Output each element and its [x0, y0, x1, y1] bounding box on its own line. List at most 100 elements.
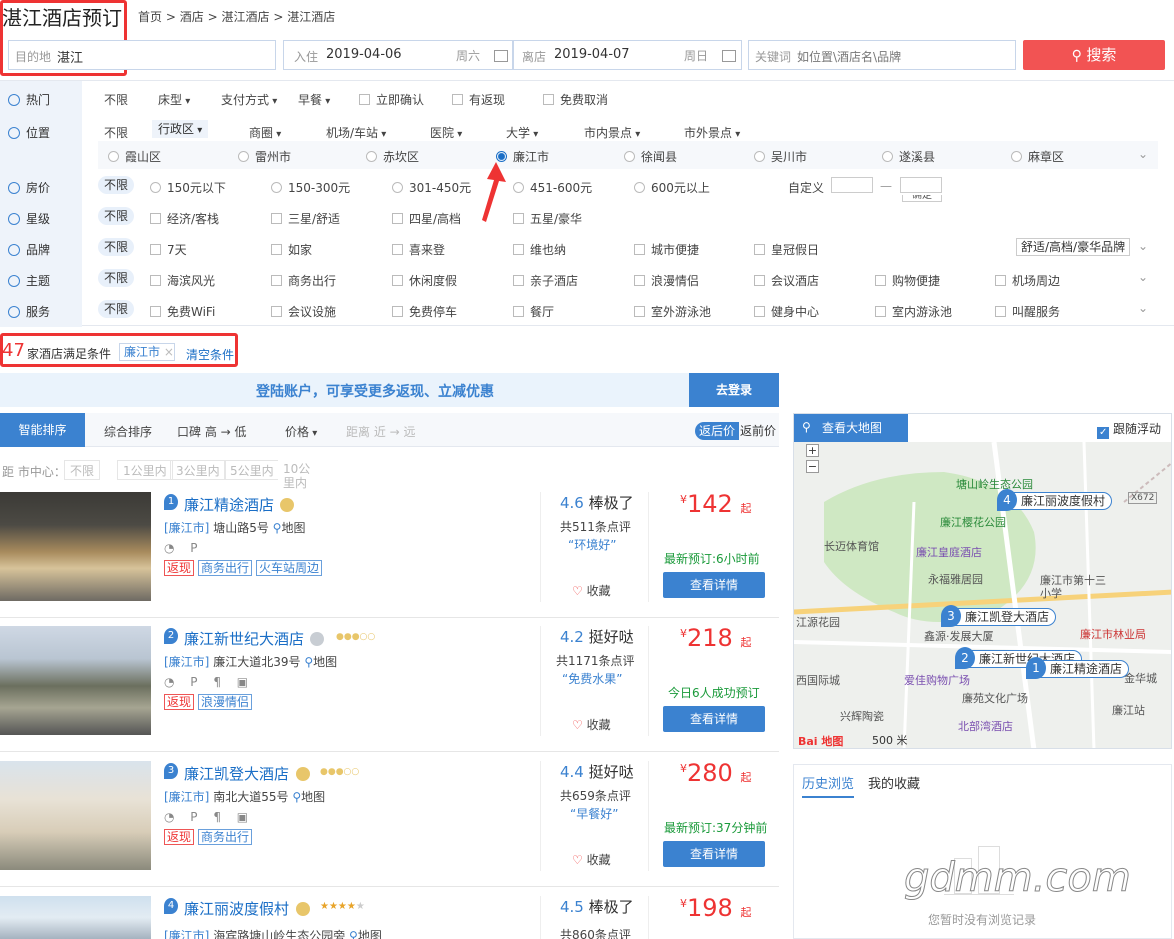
star-option[interactable]: 三星/舒适 [271, 210, 340, 227]
price-confirm-button[interactable]: 确定 [902, 195, 942, 202]
review-count[interactable]: 共1171条点评 [556, 652, 635, 669]
view-details-button[interactable]: 查看详情 [663, 706, 765, 732]
distance-option[interactable]: 3公里内 [170, 460, 226, 480]
payment-dropdown[interactable]: 支付方式 [221, 91, 277, 108]
district-option[interactable]: 徐闻县 [624, 148, 677, 165]
view-details-button[interactable]: 查看详情 [663, 841, 765, 867]
hotel-name[interactable]: 廉江凯登大酒店 [184, 763, 289, 784]
filter-all[interactable]: 不限 [98, 176, 135, 194]
filter-all[interactable]: 不限 [98, 300, 135, 318]
star-option[interactable]: 经济/客栈 [150, 210, 219, 227]
tab-hospital[interactable]: 医院 [430, 124, 462, 141]
hotel-photo[interactable] [0, 761, 151, 870]
checkout-field[interactable]: 离店 2019-04-07 周日 [513, 40, 742, 70]
brand-option[interactable]: 如家 [271, 241, 312, 258]
district-option[interactable]: 赤坎区 [366, 148, 419, 165]
hotel-photo[interactable] [0, 896, 151, 939]
district-option[interactable]: 吴川市 [754, 148, 807, 165]
sort-price[interactable]: 价格 [285, 423, 317, 440]
review-count[interactable]: 共659条点评 [560, 787, 631, 804]
filter-all[interactable]: 不限 [98, 269, 135, 287]
brand-option[interactable]: 7天 [150, 241, 187, 258]
keyword-field[interactable]: 关键词 如位置\酒店名\品牌 [748, 40, 1016, 70]
district-option[interactable]: 雷州市 [238, 148, 291, 165]
map-link[interactable]: ⚲地图 [349, 929, 382, 939]
map-marker[interactable]: 4 廉江丽波度假村 [997, 489, 1113, 511]
price-option[interactable]: 150元以下 [150, 179, 226, 196]
map-link[interactable]: ⚲地图 [273, 521, 306, 535]
theme-option[interactable]: 浪漫情侣 [634, 272, 699, 289]
price-after-toggle[interactable]: 返后价 [695, 422, 740, 440]
filter-all[interactable]: 不限 [98, 238, 135, 256]
checkin-field[interactable]: 入住 2019-04-06 周六 [283, 40, 513, 70]
tab-airport-station[interactable]: 机场/车站 [326, 124, 386, 141]
view-details-button[interactable]: 查看详情 [663, 572, 765, 598]
map-link[interactable]: ⚲地图 [304, 655, 337, 669]
sort-smart[interactable]: 智能排序 [0, 413, 85, 447]
theme-option[interactable]: 会议酒店 [754, 272, 819, 289]
tab-favorites[interactable]: 我的收藏 [868, 773, 920, 792]
map-panel[interactable]: 查看大地图 ⚲ ✓ 跟随浮动 + − 塘山岭生态公园 廉江樱花公园 长迈体育馆 … [793, 413, 1172, 749]
service-option[interactable]: 免费停车 [392, 303, 457, 320]
service-option[interactable]: 室内游泳池 [875, 303, 952, 320]
tab-city-attractions[interactable]: 市内景点 [584, 124, 640, 141]
theme-option[interactable]: 商务出行 [271, 272, 336, 289]
service-option[interactable]: 餐厅 [513, 303, 554, 320]
sort-distance[interactable]: 距离 近 → 远 [346, 423, 416, 440]
price-option[interactable]: 451-600元 [513, 179, 592, 196]
tab-university[interactable]: 大学 [506, 124, 538, 141]
filter-all[interactable]: 不限 [104, 91, 128, 108]
district-option[interactable]: 遂溪县 [882, 148, 935, 165]
map-marker[interactable]: 1 廉江精途酒店 [1026, 657, 1130, 679]
brand-level-select[interactable]: 舒适/高档/豪华品牌 [1016, 238, 1131, 256]
hotel-name[interactable]: 廉江丽波度假村 [184, 898, 289, 919]
brand-option[interactable]: 喜来登 [392, 241, 445, 258]
breadcrumb-city-hotel[interactable]: 湛江酒店 [221, 10, 269, 24]
breadcrumb-hotel[interactable]: 酒店 [180, 10, 204, 24]
destination-field[interactable]: 目的地 湛江 [8, 40, 276, 70]
hotel-photo[interactable] [0, 626, 151, 735]
favorite-button[interactable]: ♡ 收藏 [572, 716, 611, 733]
tab-business-area[interactable]: 商圈 [249, 124, 281, 141]
service-option[interactable]: 叫醒服务 [995, 303, 1060, 320]
cashback-checkbox[interactable]: 有返现 [452, 91, 505, 108]
service-option[interactable]: 室外游泳池 [634, 303, 711, 320]
brand-option[interactable]: 维也纳 [513, 241, 566, 258]
free-cancel-checkbox[interactable]: 免费取消 [543, 91, 608, 108]
review-count[interactable]: 共511条点评 [560, 518, 631, 535]
map-marker[interactable]: 3 廉江凯登大酒店 [941, 605, 1057, 627]
theme-option[interactable]: 购物便捷 [875, 272, 940, 289]
login-button[interactable]: 去登录 [689, 373, 779, 407]
filter-all[interactable]: 不限 [98, 207, 135, 225]
theme-option[interactable]: 亲子酒店 [513, 272, 578, 289]
service-option[interactable]: 会议设施 [271, 303, 336, 320]
chevron-down-icon[interactable]: ⌄ [1138, 147, 1148, 161]
theme-option[interactable]: 机场周边 [995, 272, 1060, 289]
hotel-photo[interactable] [0, 492, 151, 601]
instant-confirm-checkbox[interactable]: 立即确认 [359, 91, 424, 108]
distance-option[interactable]: 5公里内 [224, 460, 280, 480]
brand-option[interactable]: 城市便捷 [634, 241, 699, 258]
district-option[interactable]: 麻章区 [1011, 148, 1064, 165]
map-link[interactable]: ⚲地图 [292, 790, 325, 804]
price-option[interactable]: 150-300元 [271, 179, 350, 196]
chevron-down-icon[interactable]: ⌄ [1138, 239, 1148, 253]
theme-option[interactable]: 休闲度假 [392, 272, 457, 289]
chevron-down-icon[interactable]: ⌄ [1138, 301, 1148, 315]
breakfast-dropdown[interactable]: 早餐 [298, 91, 330, 108]
tab-district[interactable]: 行政区 [152, 120, 209, 138]
hotel-name[interactable]: 廉江精途酒店 [184, 494, 274, 515]
star-option[interactable]: 五星/豪华 [513, 210, 582, 227]
hotel-name[interactable]: 廉江新世纪大酒店 [184, 628, 304, 649]
distance-option[interactable]: 不限 [64, 460, 101, 480]
sort-overall[interactable]: 综合排序 [104, 423, 152, 440]
review-count[interactable]: 共860条点评 [560, 926, 631, 939]
zoom-in-button[interactable]: + [806, 444, 819, 457]
service-option[interactable]: 免费WiFi [150, 303, 215, 320]
favorite-button[interactable]: ♡ 收藏 [572, 851, 611, 868]
follow-float-checkbox[interactable]: ✓ 跟随浮动 [1097, 420, 1161, 439]
star-option[interactable]: 四星/高档 [392, 210, 461, 227]
favorite-button[interactable]: ♡ 收藏 [572, 582, 611, 599]
district-option[interactable]: 霞山区 [108, 148, 161, 165]
breadcrumb-home[interactable]: 首页 [138, 10, 162, 24]
